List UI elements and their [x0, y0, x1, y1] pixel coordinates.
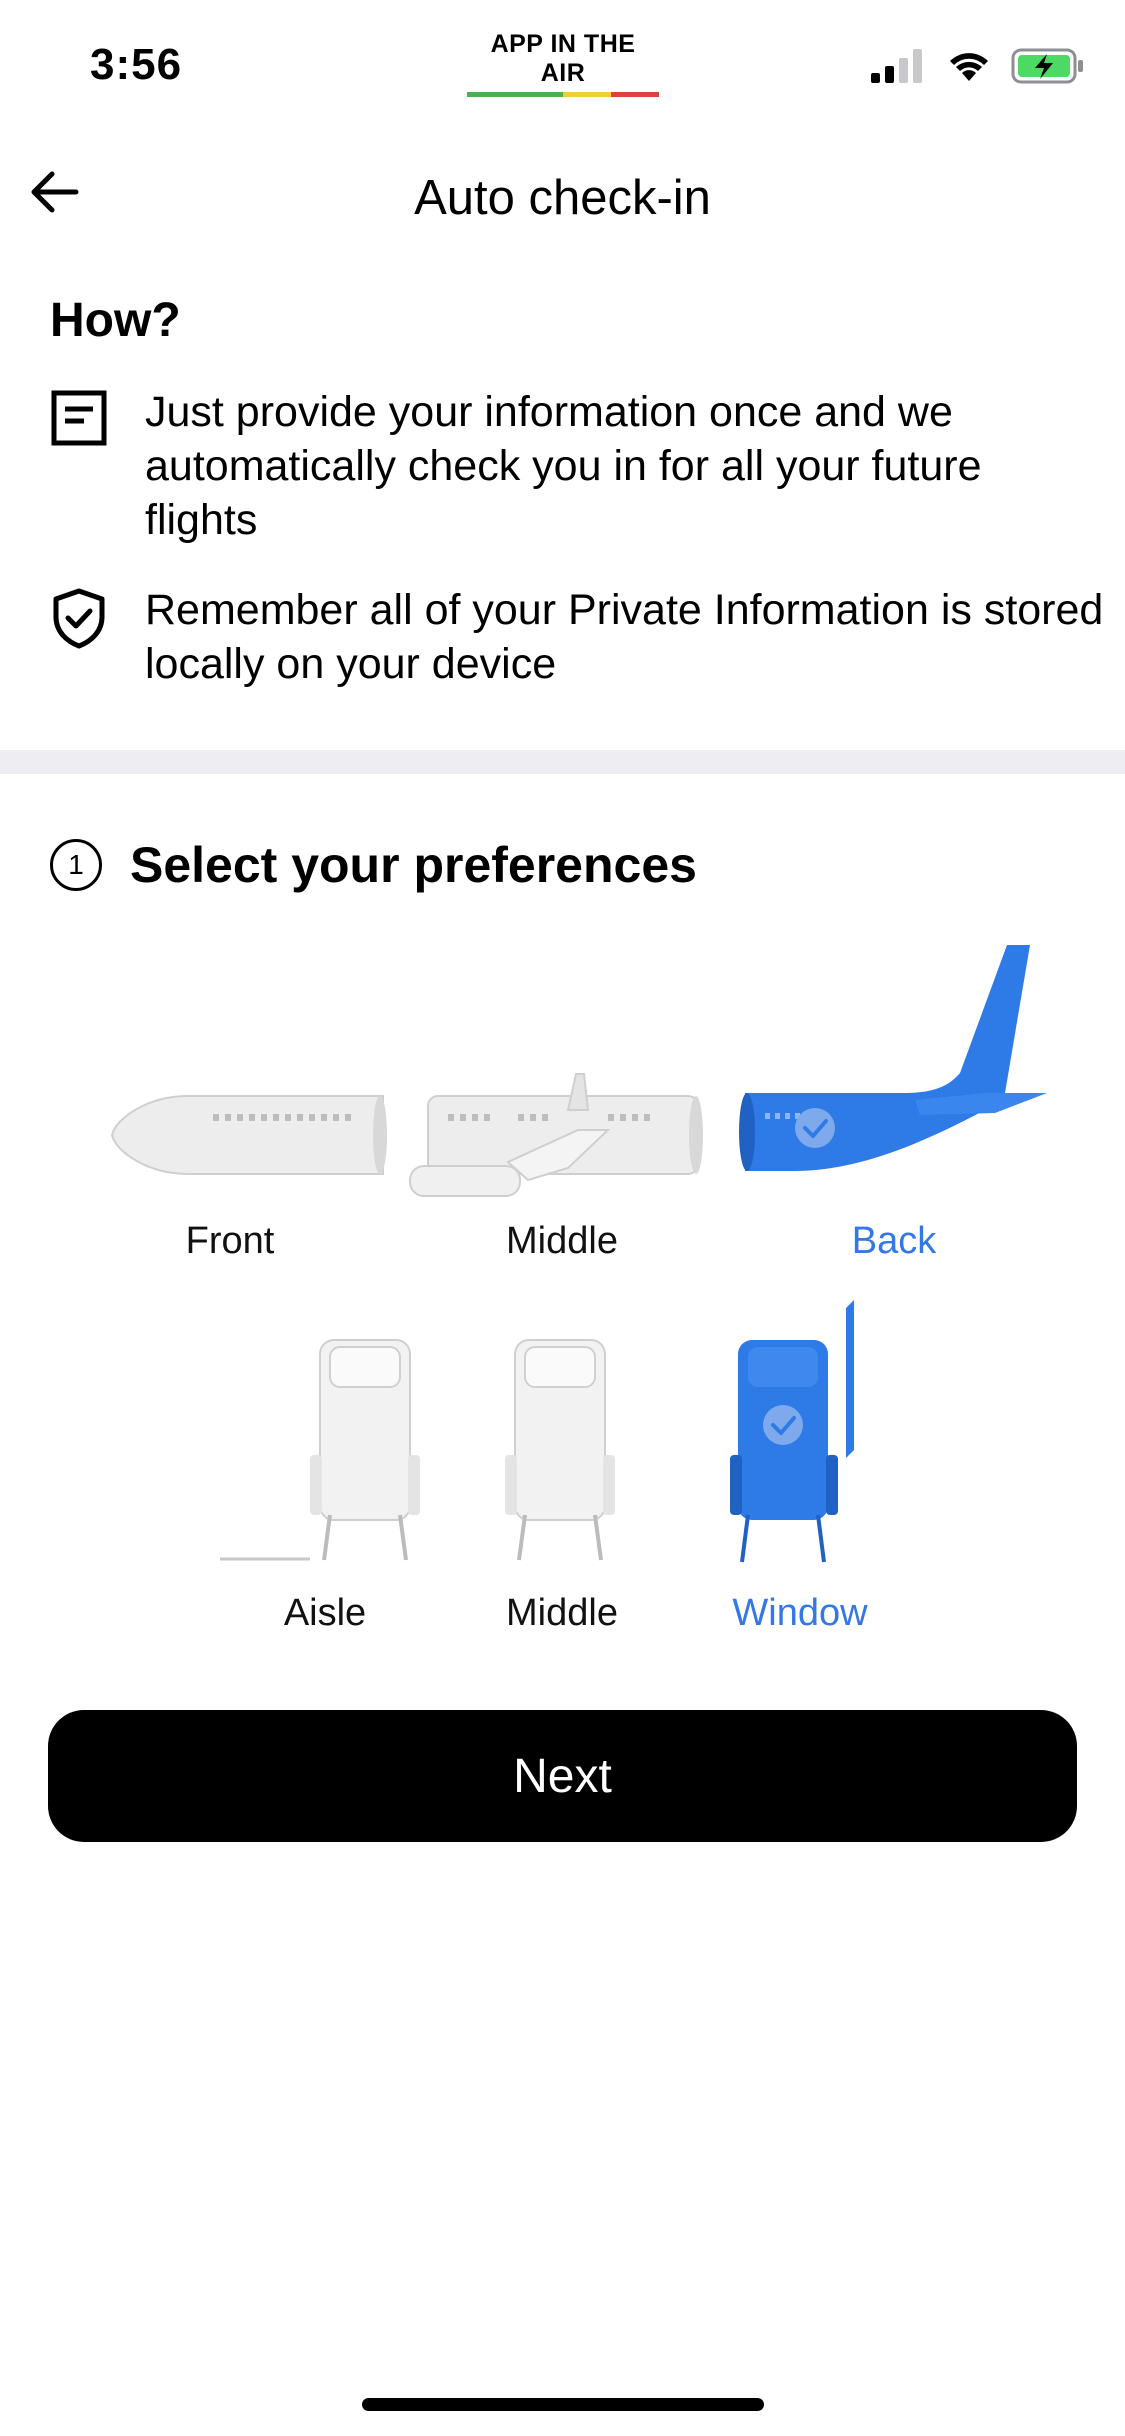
plane-front-option[interactable]	[108, 1080, 388, 1190]
brand-color-bar	[467, 92, 659, 97]
plane-back-option[interactable]	[735, 945, 1055, 1175]
seat-middle-icon	[505, 1339, 615, 1561]
how-item-text: Remember all of your Private Information…	[145, 586, 1104, 688]
plane-back-icon	[739, 945, 1047, 1171]
plane-front-icon	[110, 1095, 387, 1175]
plane-middle-label: Middle	[506, 1220, 618, 1262]
brand-text: APP IN THE AIR	[490, 30, 636, 87]
seat-window-label: Window	[732, 1592, 868, 1634]
wifi-icon	[950, 53, 988, 81]
plane-middle-option[interactable]	[408, 1070, 708, 1200]
page-title: Auto check-in	[414, 171, 711, 225]
plane-middle-icon	[409, 1073, 703, 1197]
preferences-header: 1 Select your preferences	[50, 836, 697, 894]
plane-back-label: Back	[851, 1220, 937, 1262]
how-item-info: Just provide your information once and w…	[50, 385, 1105, 547]
preferences-title: Select your preferences	[130, 837, 697, 893]
seat-middle-label: Middle	[506, 1592, 618, 1634]
home-indicator[interactable]	[362, 2398, 764, 2411]
shield-check-icon	[50, 583, 122, 691]
seat-aisle-icon	[220, 1339, 420, 1561]
seat-window-icon	[730, 1300, 854, 1563]
how-title: How?	[50, 294, 181, 347]
signal-icon	[871, 49, 922, 83]
brand-badge: APP IN THE AIR	[467, 30, 659, 97]
status-icons	[871, 48, 1085, 84]
plane-front-label: Front	[185, 1220, 275, 1262]
document-icon	[50, 385, 122, 547]
battery-charging-icon	[1011, 48, 1083, 84]
seat-aisle-option[interactable]	[220, 1335, 420, 1565]
section-divider	[0, 750, 1125, 774]
seat-window-option[interactable]	[730, 1300, 870, 1565]
status-time: 3:56	[90, 40, 183, 89]
how-item-privacy: Remember all of your Private Information…	[50, 583, 1105, 691]
how-item-text: Just provide your information once and w…	[145, 388, 982, 544]
step-number: 1	[50, 839, 102, 891]
next-button[interactable]: Next	[48, 1710, 1077, 1842]
seat-middle-option[interactable]	[505, 1335, 620, 1565]
seat-aisle-label: Aisle	[283, 1592, 367, 1634]
